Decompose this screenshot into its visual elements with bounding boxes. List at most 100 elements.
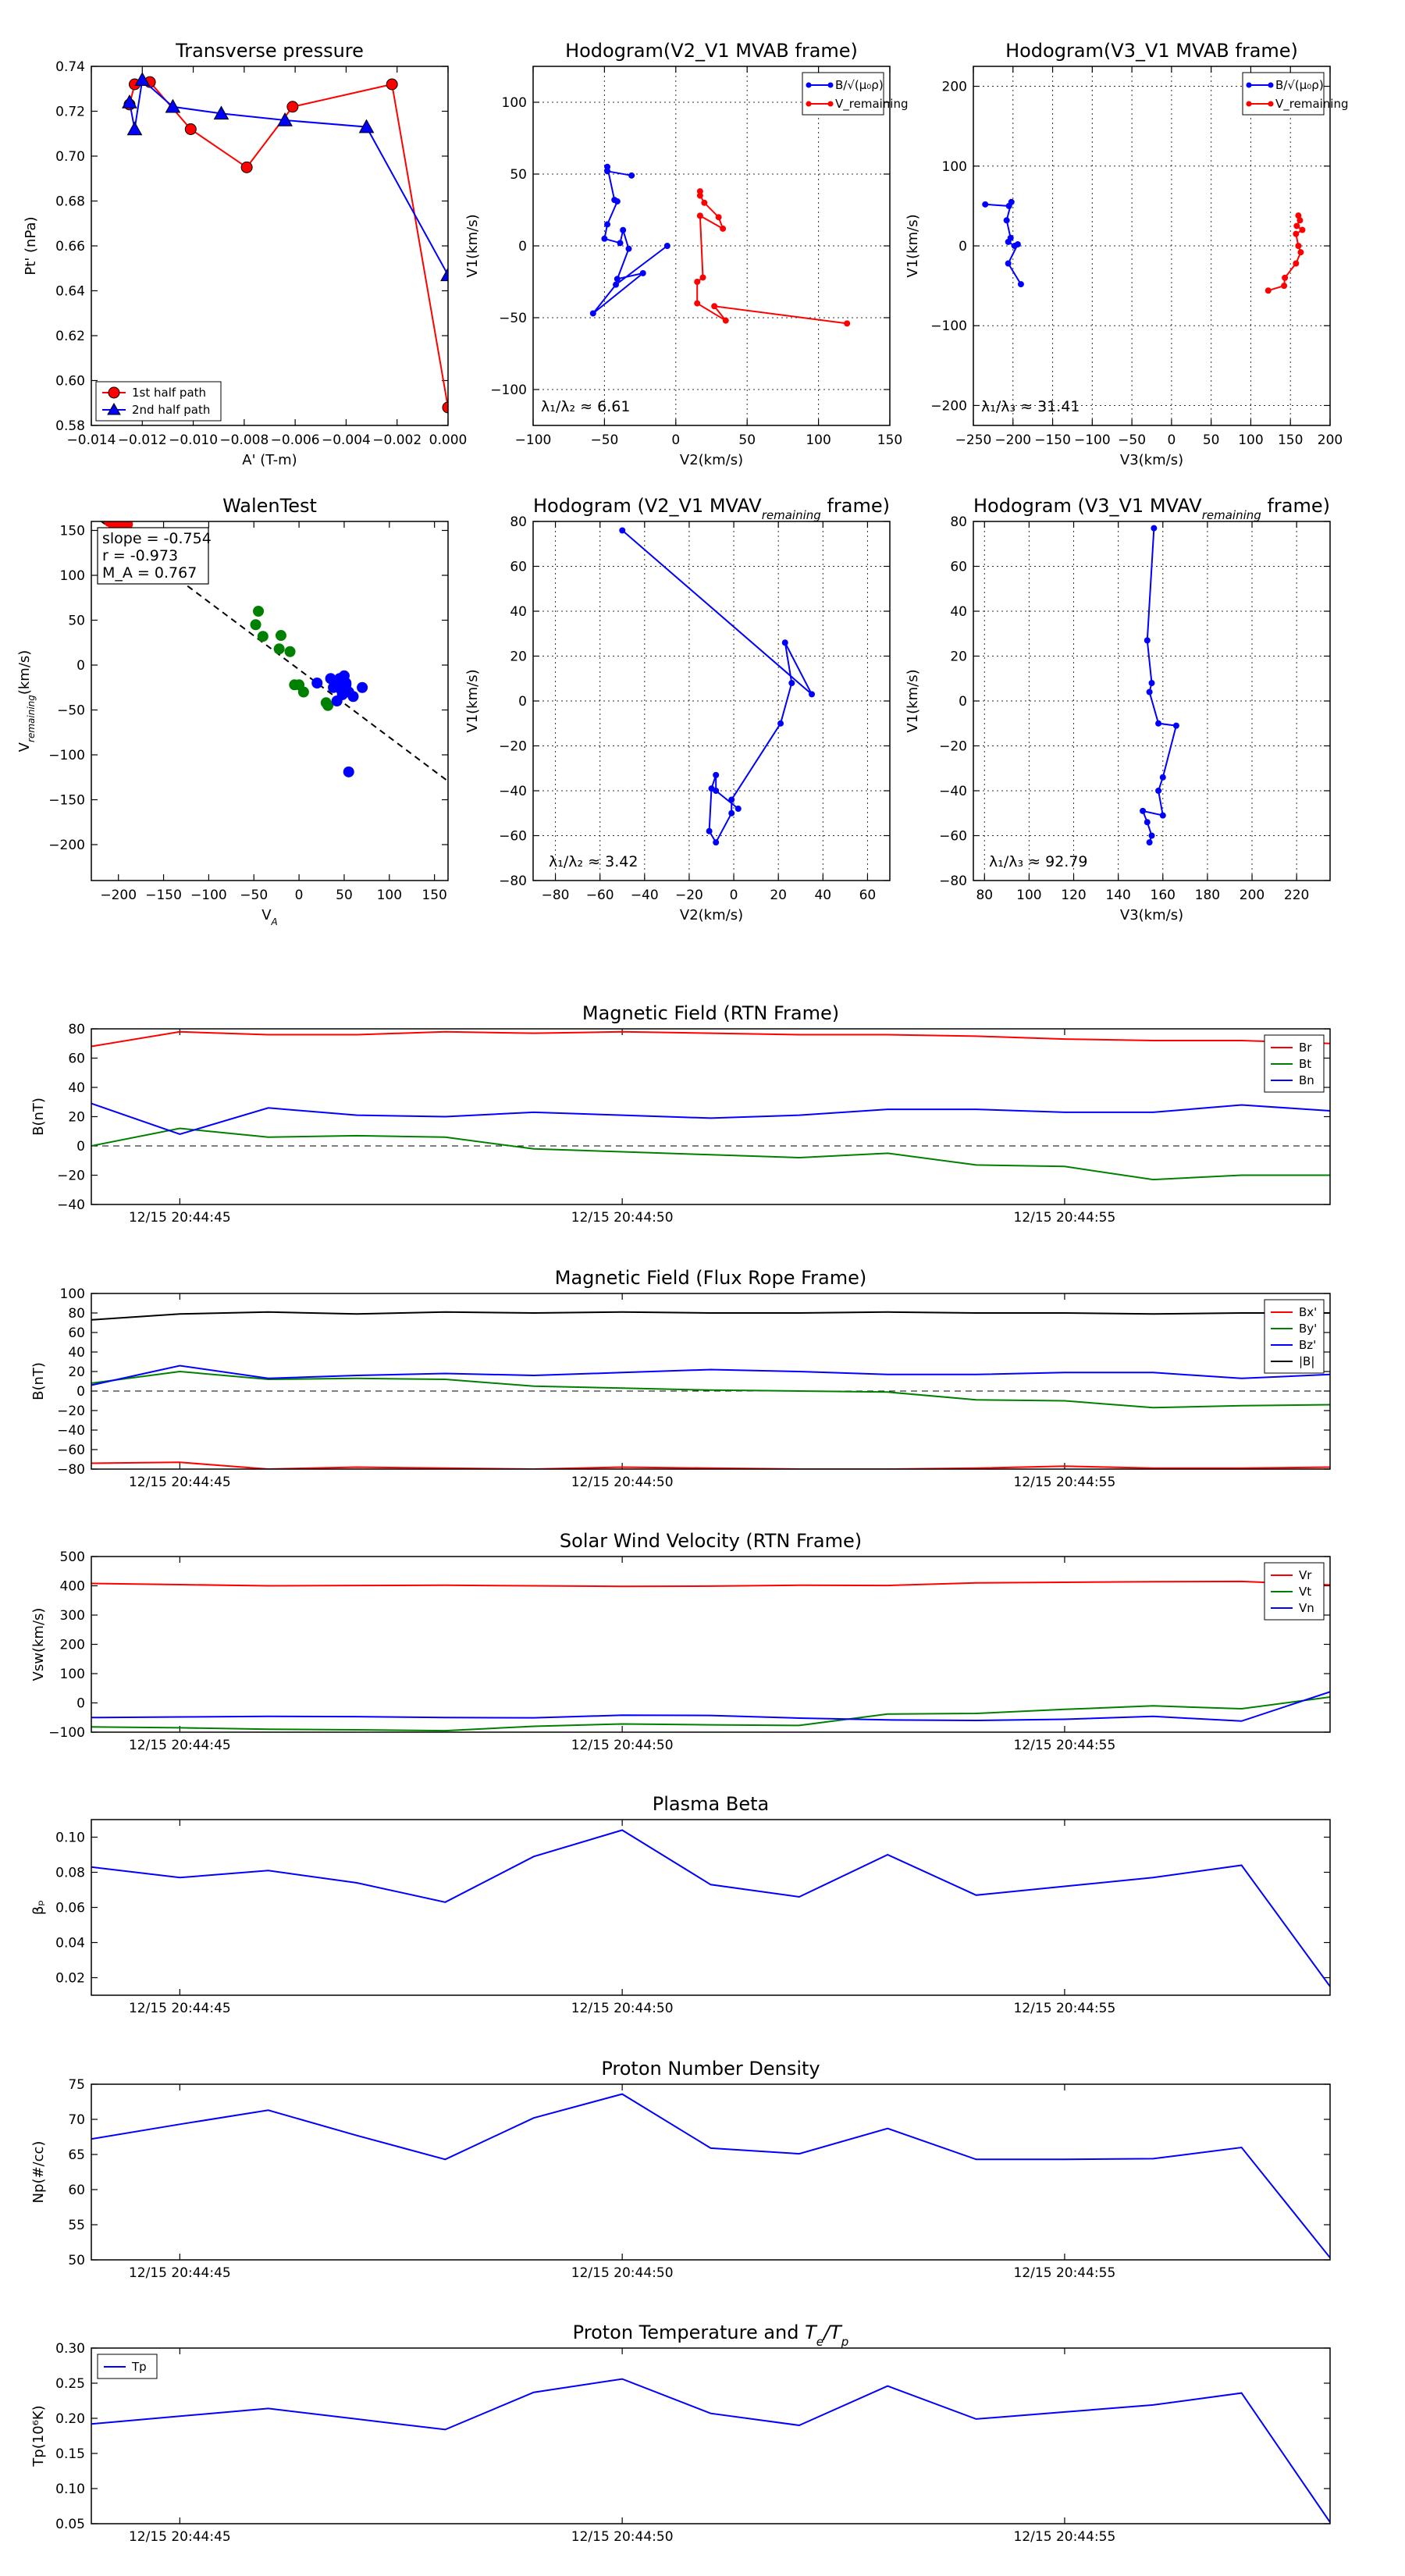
x-tick-label: 180 (1195, 888, 1220, 903)
chart-title: Solar Wind Velocity (RTN Frame) (560, 1530, 862, 1552)
b-field-point (625, 245, 632, 252)
y-tick-label: 150 (60, 524, 85, 539)
x-tick-label: 40 (814, 888, 831, 903)
y-tick-label: 80 (68, 1022, 85, 1037)
v-remaining-point (1264, 287, 1272, 294)
plot-frame (91, 2347, 1331, 2524)
v-remaining-point (694, 300, 701, 307)
b-field-point (620, 226, 627, 233)
x-tick-label: 20 (770, 888, 787, 903)
y-tick-label: 20 (68, 1110, 85, 1126)
v-remaining-point (1299, 226, 1306, 233)
x-tick-label: 150 (877, 432, 902, 448)
hodogram-point (728, 809, 735, 817)
chart-title: Transverse pressure (175, 40, 364, 62)
legend-label: Tp (131, 2360, 147, 2374)
b-field-point (1017, 281, 1024, 288)
y-tick-label: 50 (68, 2253, 85, 2268)
x-axis-label: V2(km/s) (680, 452, 743, 468)
x-tick-label: −150 (1034, 432, 1071, 448)
y-tick-label: −200 (48, 838, 85, 853)
hodogram-point (1148, 832, 1155, 839)
legend-label: Vn (1299, 1601, 1314, 1615)
y-tick-label: 0.70 (55, 149, 85, 165)
series-line-vt (91, 1696, 1330, 1732)
y-tick-label: 0.68 (55, 194, 85, 210)
x-tick-label: −250 (955, 432, 992, 448)
x-axis-label: VA (261, 907, 278, 927)
series-line-by (91, 1370, 1330, 1409)
legend-marker (1268, 101, 1274, 107)
y-tick-label: 0.15 (55, 2446, 85, 2462)
legend: Bx' By' Bz' |B| (1264, 1299, 1325, 1374)
chart-title: Proton Number Density (601, 2058, 820, 2080)
hodogram-point (781, 639, 788, 646)
legend-marker (827, 101, 834, 107)
y-axis-label: B(nT) (30, 1362, 47, 1400)
y-tick-label: 60 (68, 1325, 85, 1341)
x-tick-label: −100 (1074, 432, 1111, 448)
b-field-point (628, 172, 635, 179)
y-tick-label: −40 (939, 784, 967, 799)
y-tick-label: 200 (60, 1638, 85, 1653)
walen-green-point (275, 630, 286, 642)
x-tick-label: −0.008 (219, 432, 269, 448)
walen-blue-point (325, 673, 336, 685)
x-axis-label: V3(km/s) (1120, 907, 1183, 923)
y-tick-label: −80 (499, 873, 527, 889)
series-line-v-remaining (696, 191, 848, 325)
y-tick-label: 0 (518, 239, 527, 254)
y-tick-label: 0 (518, 694, 527, 710)
x-tick-label: 50 (738, 432, 756, 448)
x-axis-label: V3(km/s) (1120, 452, 1183, 468)
x-tick-label: 200 (1240, 888, 1264, 903)
b-field-point (639, 269, 646, 276)
y-tick-label: 40 (950, 604, 967, 620)
hodogram-point (1148, 680, 1155, 686)
y-axis-label: V1(km/s) (464, 214, 481, 277)
y-tick-label: 60 (510, 560, 527, 575)
y-tick-label: −20 (57, 1404, 85, 1419)
y-tick-label: 100 (60, 1286, 85, 1302)
v-remaining-point (1293, 222, 1300, 229)
y-tick-label: −40 (57, 1197, 85, 1213)
x-tick-label: 100 (377, 888, 402, 903)
x-tick-label: 60 (859, 888, 877, 903)
x-tick-label: 0 (730, 888, 738, 903)
x-tick-label: 12/15 20:44:50 (571, 1475, 674, 1490)
x-tick-label: 50 (336, 888, 353, 903)
y-tick-label: 20 (68, 1364, 85, 1380)
x-tick-label: 80 (976, 888, 993, 903)
hodogram-point (713, 839, 720, 846)
hodogram-point (735, 806, 742, 812)
x-axis-label: A' (T-m) (242, 452, 297, 468)
stats-line: M_A = 0.767 (102, 564, 197, 582)
b-field-point (614, 276, 621, 283)
y-tick-label: −200 (930, 398, 967, 414)
plot-frame (91, 1819, 1331, 1996)
y-tick-label: 70 (68, 2112, 85, 2128)
x-tick-label: 12/15 20:44:45 (129, 2529, 231, 2545)
x-tick-label: −150 (145, 888, 182, 903)
v-remaining-point (1281, 283, 1288, 290)
legend-marker (1268, 82, 1274, 88)
first-half-point (286, 101, 299, 113)
legend-marker (806, 82, 812, 88)
y-axis-label: V1(km/s) (905, 669, 921, 732)
panel-mag_fr: Magnetic Field (Flux Rope Frame) −80 −60 −4… (30, 1267, 1331, 1490)
y-axis-label: Vremaining(km/s) (16, 650, 37, 753)
v-remaining-point (699, 274, 706, 281)
walen-green-point (257, 631, 269, 642)
eigenvalue-ratio: λ₁/λ₃ ≈ 31.41 (981, 398, 1080, 415)
panel-np: Proton Number Density 50 55 60 65 70 75 12/15 2… (30, 2058, 1331, 2281)
y-tick-label: −80 (57, 1462, 85, 1478)
v-remaining-point (722, 317, 729, 324)
y-tick-label: 0.60 (55, 374, 85, 390)
x-tick-label: 12/15 20:44:45 (129, 2001, 231, 2016)
x-tick-label: 12/15 20:44:55 (1014, 2265, 1116, 2281)
x-tick-label: 12/15 20:44:50 (571, 2001, 674, 2016)
series-line-hodogram (1141, 528, 1178, 843)
panel-tp: Transverse pressure 0.58 0.60 0.62 0.64 0.66 0… (23, 40, 467, 468)
x-tick-label: −200 (100, 888, 137, 903)
y-tick-label: −100 (930, 318, 967, 334)
